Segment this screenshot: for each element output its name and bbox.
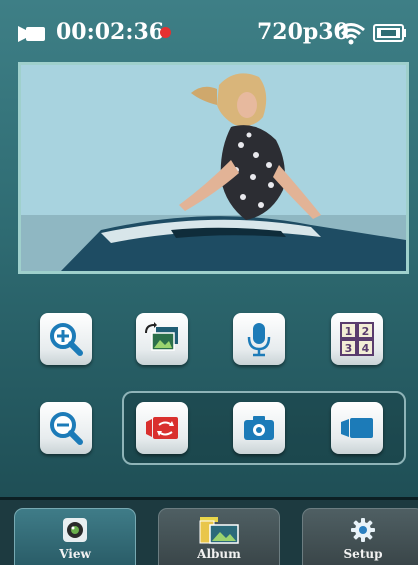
- camcorder-icon: [18, 26, 45, 42]
- status-bar: 00:02:36 720p30: [0, 0, 418, 62]
- record-dot-icon: [160, 27, 171, 38]
- wifi-icon: [337, 23, 365, 45]
- preview-image: [21, 65, 406, 271]
- multi-view-number-4: 4: [362, 342, 370, 355]
- switch-camera-icon: [145, 322, 178, 351]
- tab-setup[interactable]: Setup: [302, 508, 418, 565]
- video-mode-icon: [341, 418, 373, 438]
- multi-view-icon: 1 2 3 4: [340, 322, 374, 356]
- zoom-out-icon: [50, 412, 83, 445]
- video-mode-button[interactable]: [331, 402, 383, 454]
- zoom-out-button[interactable]: [40, 402, 92, 454]
- tab-bar: View Album Setup: [0, 500, 418, 565]
- tab-setup-label: Setup: [343, 547, 383, 561]
- photo-mode-button[interactable]: [233, 402, 285, 454]
- loop-mode-button[interactable]: [136, 402, 188, 454]
- multi-view-number-1: 1: [345, 325, 353, 338]
- loop-mode-icon: [146, 417, 178, 439]
- camera-lens-icon: [63, 518, 87, 542]
- gear-icon: [351, 518, 375, 542]
- battery-icon: [373, 24, 406, 42]
- tab-album[interactable]: Album: [158, 508, 280, 565]
- tab-view[interactable]: View: [14, 508, 136, 565]
- switch-camera-button[interactable]: [136, 313, 188, 365]
- photo-mode-icon: [244, 416, 274, 440]
- live-preview[interactable]: [18, 62, 409, 274]
- multi-view-number-3: 3: [345, 342, 353, 355]
- microphone-button[interactable]: [233, 313, 285, 365]
- album-icon: [199, 517, 239, 544]
- microphone-icon: [247, 323, 271, 357]
- zoom-in-button[interactable]: [40, 313, 92, 365]
- recording-time: 00:02:36: [56, 19, 165, 45]
- multi-view-button[interactable]: 1 2 3 4: [331, 313, 383, 365]
- camera-screen: 00:02:36 720p30 1 2 3 4: [0, 0, 418, 500]
- tab-album-label: Album: [197, 547, 241, 561]
- zoom-in-icon: [50, 323, 83, 356]
- tab-view-label: View: [59, 547, 91, 561]
- multi-view-number-2: 2: [362, 325, 370, 338]
